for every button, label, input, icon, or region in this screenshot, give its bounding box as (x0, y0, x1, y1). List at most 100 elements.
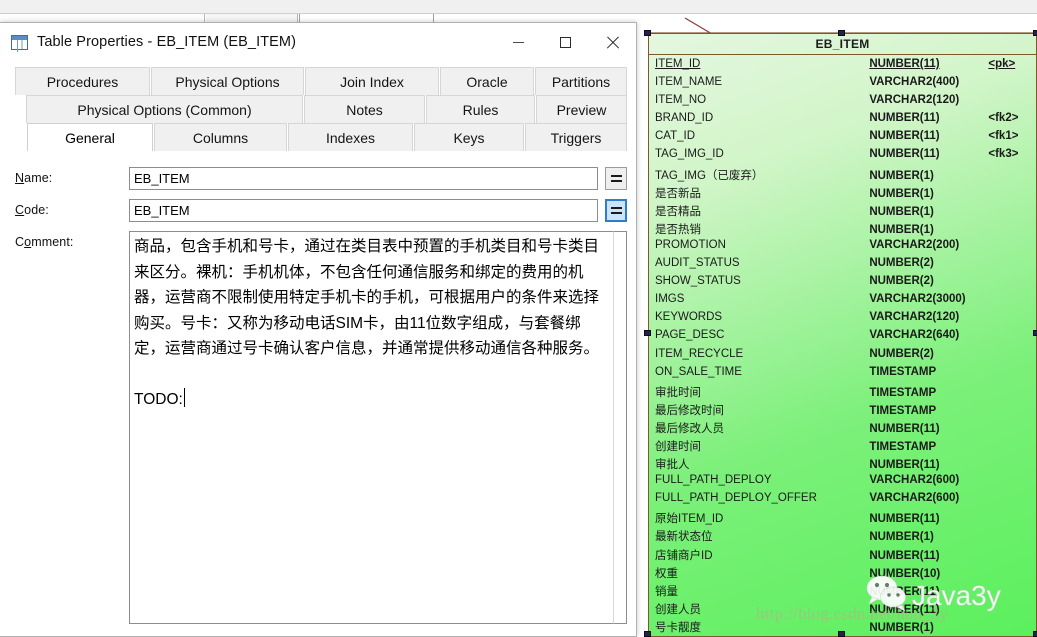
tab-notes[interactable]: Notes (304, 95, 425, 123)
er-column-name: 创建人员 (655, 603, 701, 616)
er-column-type: NUMBER(11) (869, 58, 940, 70)
er-column-name: AUDIT_STATUS (655, 257, 740, 270)
er-column-row[interactable]: ITEM_NAME VARCHAR2(400) (655, 76, 1036, 94)
code-label: Code: (15, 199, 129, 217)
tab-triggers[interactable]: Triggers (525, 123, 627, 151)
er-column-row[interactable]: 审批时间 TIMESTAMP (655, 384, 1036, 402)
er-column-row[interactable]: 是否精品 NUMBER(1) (655, 203, 1036, 221)
er-column-type: TIMESTAMP (869, 386, 937, 399)
tab-keys[interactable]: Keys (414, 123, 524, 151)
selection-handle-top-left[interactable] (644, 30, 651, 36)
er-column-row[interactable]: 权重 NUMBER(10) (655, 565, 1036, 583)
er-column-row[interactable]: BRAND_ID NUMBER(11) <fk2> (655, 112, 1036, 130)
er-column-row[interactable]: 销量 NUMBER(11) (655, 583, 1036, 601)
tab-indexes[interactable]: Indexes (288, 123, 413, 151)
er-column-row[interactable]: 原始ITEM_ID NUMBER(11) (655, 510, 1036, 528)
tab-physical-options-common[interactable]: Physical Options (Common) (26, 95, 303, 123)
comment-label: Comment: (15, 231, 129, 249)
er-table-object[interactable]: EB_ITEM ITEM_ID NUMBER(11) <pk> ITEM_NAME VA… (644, 30, 1037, 637)
er-column-row[interactable]: PROMOTION VARCHAR2(200) (655, 239, 1036, 257)
er-column-type: NUMBER(2) (869, 257, 934, 270)
er-column-type: TIMESTAMP (869, 365, 937, 378)
er-column-row[interactable]: ON_SALE_TIME TIMESTAMP (655, 366, 1036, 384)
tab-rules[interactable]: Rules (426, 95, 535, 123)
selection-handle-bottom-center[interactable] (838, 631, 845, 637)
er-column-type: NUMBER(11) (869, 513, 940, 526)
general-tab-panel: Name: Code: Comment: 商品，包含手机和号卡，通过在类目表中预… (0, 151, 636, 624)
er-column-row[interactable]: 店铺商户ID NUMBER(11) (655, 547, 1036, 565)
code-equals-button[interactable] (605, 199, 627, 222)
selection-handle-top-right[interactable] (1033, 30, 1037, 36)
tab-partitions[interactable]: Partitions (535, 67, 627, 95)
er-column-name: 是否热销 (655, 223, 701, 236)
er-column-row[interactable]: ITEM_NO VARCHAR2(120) (655, 94, 1036, 112)
close-icon (606, 36, 619, 49)
tab-oracle[interactable]: Oracle (440, 67, 534, 95)
maximize-icon (560, 36, 571, 48)
tab-procedures[interactable]: Procedures (15, 67, 150, 95)
er-column-row[interactable]: TAG_IMG（已废弃） NUMBER(1) (655, 167, 1036, 185)
maximize-button[interactable] (542, 23, 589, 61)
selection-handle-bottom-left[interactable] (644, 631, 651, 637)
er-column-name: IMGS (655, 293, 685, 306)
background-tab-middle[interactable] (206, 14, 298, 22)
comment-scrollbar[interactable] (613, 231, 627, 624)
comment-textarea[interactable]: 商品，包含手机和号卡，通过在类目表中预置的手机类目和号卡类目来区分。裸机：手机机… (129, 231, 613, 624)
table-properties-dialog[interactable]: Table Properties - EB_ITEM (EB_ITEM) Pro… (0, 22, 637, 637)
er-column-type: NUMBER(11) (869, 585, 940, 598)
er-column-type: VARCHAR2(3000) (869, 293, 966, 306)
comment-text: 商品，包含手机和号卡，通过在类目表中预置的手机类目和号卡类目来区分。裸机：手机机… (134, 238, 600, 408)
er-column-row[interactable]: FULL_PATH_DEPLOY_OFFER VARCHAR2(600) (655, 492, 1036, 510)
er-column-type: VARCHAR2(400) (869, 76, 960, 89)
dialog-titlebar[interactable]: Table Properties - EB_ITEM (EB_ITEM) (0, 23, 636, 61)
er-column-row[interactable]: 是否新品 NUMBER(1) (655, 185, 1036, 203)
er-column-row[interactable]: 最后修改时间 TIMESTAMP (655, 402, 1036, 420)
selection-handle-middle-left[interactable] (644, 330, 651, 336)
selection-handle-middle-right[interactable] (1033, 330, 1037, 336)
er-column-list: ITEM_ID NUMBER(11) <pk> ITEM_NAME VARCHAR2(4… (649, 55, 1036, 636)
close-button[interactable] (589, 23, 636, 61)
er-column-row[interactable]: 号卡靓度 NUMBER(1) (655, 619, 1036, 636)
er-column-row[interactable]: TAG_IMG_ID NUMBER(11) <fk3> (655, 148, 1036, 166)
er-column-type: VARCHAR2(600) (869, 474, 960, 487)
name-equals-button[interactable] (605, 167, 627, 190)
tab-columns[interactable]: Columns (154, 123, 287, 151)
tab-physical-options[interactable]: Physical Options (151, 67, 304, 95)
er-column-row[interactable]: IMGS VARCHAR2(3000) (655, 293, 1036, 311)
er-column-name: 销量 (655, 585, 678, 598)
er-column-row[interactable]: 创建时间 TIMESTAMP (655, 438, 1036, 456)
er-column-row[interactable]: 最新状态位 NUMBER(1) (655, 528, 1036, 546)
tab-general[interactable]: General (27, 123, 153, 151)
er-table-box[interactable]: EB_ITEM ITEM_ID NUMBER(11) <pk> ITEM_NAME VA… (648, 33, 1037, 637)
er-column-name: ITEM_NO (655, 94, 707, 107)
er-column-row[interactable]: 是否热销 NUMBER(1) (655, 221, 1036, 239)
er-column-row[interactable]: PAGE_DESC VARCHAR2(640) (655, 329, 1036, 347)
er-column-row[interactable]: KEYWORDS VARCHAR2(120) (655, 311, 1036, 329)
er-column-name: 原始ITEM_ID (655, 513, 724, 526)
er-column-row[interactable]: ITEM_RECYCLE NUMBER(2) (655, 348, 1036, 366)
er-column-row[interactable]: 创建人员 NUMBER(11) (655, 601, 1036, 619)
background-tab-active[interactable] (299, 14, 434, 22)
minimize-button[interactable] (495, 23, 542, 61)
er-column-row[interactable]: SHOW_STATUS NUMBER(2) (655, 275, 1036, 293)
tab-join-index[interactable]: Join Index (305, 67, 439, 95)
er-column-type: NUMBER(1) (869, 531, 934, 544)
er-column-row[interactable]: CAT_ID NUMBER(11) <fk1> (655, 130, 1036, 148)
er-column-row[interactable]: 最后修改人员 NUMBER(11) (655, 420, 1036, 438)
tab-preview[interactable]: Preview (536, 95, 627, 123)
er-column-name: ON_SALE_TIME (655, 365, 742, 378)
er-column-row[interactable]: AUDIT_STATUS NUMBER(2) (655, 257, 1036, 275)
selection-handle-bottom-right[interactable] (1033, 631, 1037, 637)
comment-field-row: Comment: 商品，包含手机和号卡，通过在类目表中预置的手机类目和号卡类目来… (15, 231, 627, 624)
er-column-row[interactable]: 审批人 NUMBER(11) (655, 456, 1036, 474)
background-toolbar-strip (0, 0, 1037, 14)
background-tab-left[interactable] (0, 14, 205, 22)
er-column-row[interactable]: ITEM_ID NUMBER(11) <pk> (655, 58, 1036, 76)
er-column-type: NUMBER(11) (869, 422, 940, 435)
selection-handle-top-center[interactable] (838, 30, 845, 36)
er-column-row[interactable]: FULL_PATH_DEPLOY VARCHAR2(600) (655, 474, 1036, 492)
code-input[interactable] (129, 199, 598, 222)
dialog-tab-bar[interactable]: Procedures Physical Options Join Index O… (0, 67, 636, 151)
er-column-type: NUMBER(11) (869, 148, 940, 161)
name-input[interactable] (129, 167, 598, 190)
